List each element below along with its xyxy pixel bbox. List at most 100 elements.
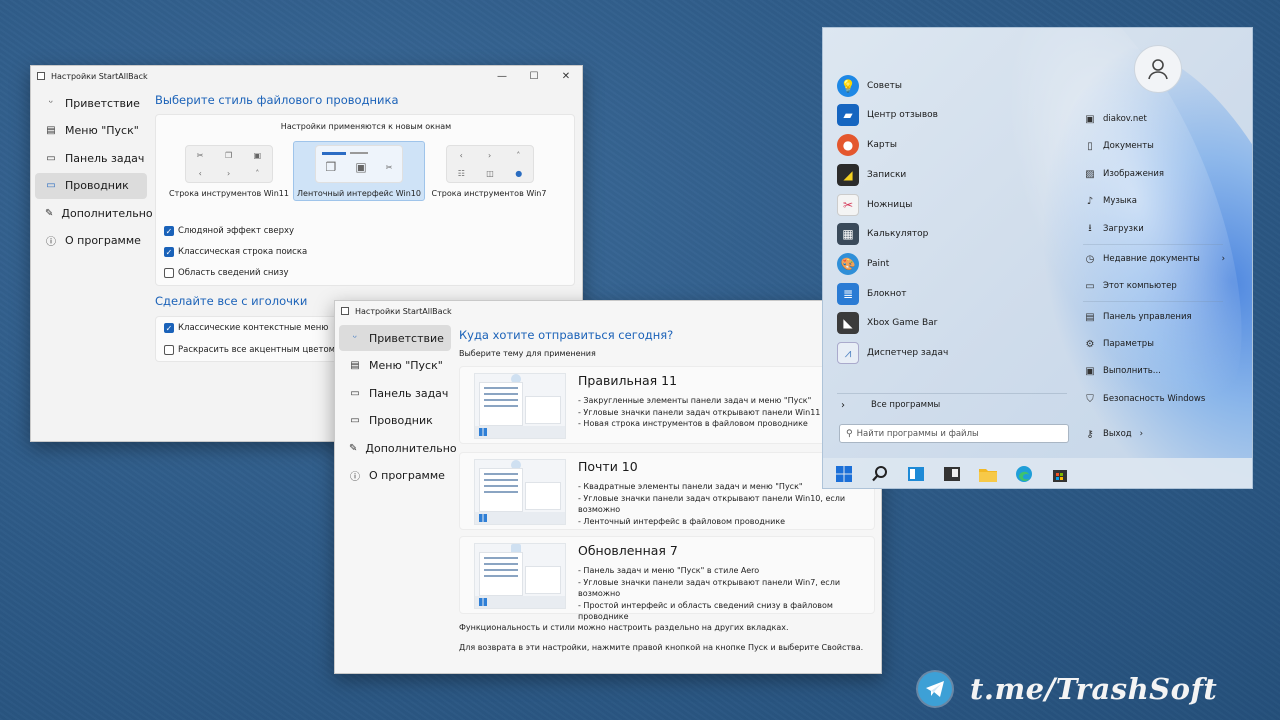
nav-item-welcome[interactable]: ᵕ Приветствие xyxy=(35,90,147,116)
all-programs-button[interactable]: › Все программы xyxy=(837,391,940,419)
logout-button[interactable]: ⚷ Выход › xyxy=(1083,423,1233,445)
option-label-win11[interactable]: Строка инструментов Win11 xyxy=(164,189,294,198)
terminal-icon[interactable] xyxy=(939,461,965,487)
divider xyxy=(1083,244,1223,245)
ribbon-tab xyxy=(350,152,368,154)
place-item-music[interactable]: ♪ Музыка xyxy=(1083,190,1233,212)
theme-card-10[interactable]: Почти 10 - Квадратные элементы панели за… xyxy=(459,452,875,530)
checkbox-unchecked[interactable] xyxy=(164,268,174,278)
task-view-glyph xyxy=(908,467,924,481)
titlebar[interactable]: Настройки StartAllBack — xyxy=(335,301,881,321)
thumb-line xyxy=(484,575,518,577)
checkbox-accent-color[interactable]: Раскрасить все акцентным цветом xyxy=(164,345,335,355)
start-icon[interactable] xyxy=(831,461,857,487)
program-item[interactable]: 🎨 Paint xyxy=(837,250,889,278)
theme-card-11[interactable]: Правильная 11 - Закругленные элементы па… xyxy=(459,366,875,444)
nav-item-about[interactable]: ⓘ О программе xyxy=(339,463,451,489)
checkbox-checked[interactable]: ✓ xyxy=(164,247,174,257)
program-item[interactable]: 💡 Советы xyxy=(837,72,902,100)
place-item-this-pc[interactable]: ▭ Этот компьютер xyxy=(1083,275,1233,297)
checkbox-checked[interactable]: ✓ xyxy=(164,226,174,236)
theme-card-7[interactable]: Обновленная 7 - Панель задач и меню "Пус… xyxy=(459,536,875,621)
thumb-side xyxy=(525,482,561,510)
place-item-settings[interactable]: ⚙ Параметры xyxy=(1083,333,1233,355)
titlebar[interactable]: Настройки StartAllBack — ☐ ✕ xyxy=(31,66,582,86)
nav-label: Приветствие xyxy=(65,96,140,110)
watermark: t.me/TrashSoft xyxy=(918,672,1217,706)
store-icon[interactable] xyxy=(1047,461,1073,487)
program-item[interactable]: ● Карты xyxy=(837,131,897,159)
thumb-line xyxy=(484,393,518,395)
nav-item-taskbar[interactable]: ▭ Панель задач xyxy=(339,380,451,406)
nav-item-explorer[interactable]: ▭ Проводник xyxy=(35,172,147,199)
place-label: Документы xyxy=(1103,141,1154,151)
nav-item-start-menu[interactable]: ▤ Меню "Пуск" xyxy=(339,353,451,379)
theme-thumbnail xyxy=(474,543,566,609)
nav-label: О программе xyxy=(65,234,141,248)
place-item-recent[interactable]: ◷ Недавние документы › xyxy=(1083,248,1233,270)
minimize-button[interactable]: — xyxy=(486,66,518,86)
program-label: Записки xyxy=(867,170,907,180)
place-item-pictures[interactable]: ▨ Изображения xyxy=(1083,163,1233,185)
place-item-documents[interactable]: ▯ Документы xyxy=(1083,135,1233,157)
place-item-security[interactable]: ⛉ Безопасность Windows xyxy=(1083,388,1233,410)
thumb-panel xyxy=(479,468,523,512)
checkbox-classic-context-menu[interactable]: ✓ Классические контекстные меню xyxy=(164,323,328,333)
maximize-button[interactable]: ☐ xyxy=(518,66,550,86)
search-icon[interactable] xyxy=(867,461,893,487)
nav-label: Дополнительно xyxy=(61,206,153,220)
nav-item-start-menu[interactable]: ▤ Меню "Пуск" xyxy=(35,118,147,144)
section-title-explorer-style: Выберите стиль файлового проводника xyxy=(155,93,399,107)
thumb-line xyxy=(484,491,518,493)
program-item[interactable]: ◣ Xbox Game Bar xyxy=(837,309,937,337)
program-item[interactable]: ⩘ Диспетчер задач xyxy=(837,339,948,367)
program-item[interactable]: ▰ Центр отзывов xyxy=(837,101,938,129)
checkbox-details-pane[interactable]: Область сведений снизу xyxy=(164,268,289,278)
preview-row: ‹ › ˄ xyxy=(186,164,272,182)
program-item[interactable]: ◢ Записки xyxy=(837,161,906,189)
toolbar-preview-win7[interactable]: ‹ › ˄ ☷ ◫ ● xyxy=(446,145,534,183)
checkbox-unchecked[interactable] xyxy=(164,345,174,355)
toolbar-preview-win11[interactable]: ✂ ❐ ▣ ‹ › ˄ xyxy=(185,145,273,183)
downloads-icon: ⭳ xyxy=(1088,222,1092,234)
forward-icon: › xyxy=(487,150,492,160)
task-view-icon[interactable] xyxy=(903,461,929,487)
search-icon: ⚲ xyxy=(846,428,853,439)
edge-icon[interactable] xyxy=(1011,461,1037,487)
help-icon: ● xyxy=(515,168,523,178)
option-label-ribbon[interactable]: Ленточный интерфейс Win10 xyxy=(294,189,424,198)
user-avatar[interactable] xyxy=(1134,45,1182,93)
nav-item-advanced[interactable]: ✎ Дополнительно xyxy=(339,435,457,461)
theme-title: Почти 10 xyxy=(578,459,638,474)
place-label: Музыка xyxy=(1103,196,1137,206)
option-label-win7[interactable]: Строка инструментов Win7 xyxy=(424,189,554,198)
checkbox-classic-search[interactable]: ✓ Классическая строка поиска xyxy=(164,247,307,257)
search-input[interactable]: ⚲ Найти программы и файлы xyxy=(839,424,1069,443)
nav-item-advanced[interactable]: ✎ Дополнительно xyxy=(35,200,153,226)
place-item-control-panel[interactable]: ▤ Панель управления xyxy=(1083,306,1233,328)
program-item[interactable]: ▦ Калькулятор xyxy=(837,220,928,248)
nav-item-taskbar[interactable]: ▭ Панель задач xyxy=(35,145,147,171)
theme-bullet: - Новая строка инструментов в файловом п… xyxy=(578,419,808,428)
app-icon xyxy=(37,72,45,80)
file-explorer-icon[interactable] xyxy=(975,461,1001,487)
thumb-taskbar xyxy=(475,512,565,524)
feedback-hub-icon: ▰ xyxy=(837,104,859,126)
this-pc-icon: ▭ xyxy=(1085,280,1095,292)
place-item-user[interactable]: ▣ diakov.net xyxy=(1083,108,1233,130)
toolbar-preview-ribbon[interactable]: ❐ ▣ ✂ xyxy=(315,145,403,183)
nav-item-about[interactable]: ⓘ О программе xyxy=(35,228,147,254)
folder-icon: ▭ xyxy=(46,180,56,192)
nav-item-explorer[interactable]: ▭ Проводник xyxy=(339,408,451,434)
place-item-run[interactable]: ▣ Выполнить... xyxy=(1083,360,1233,382)
close-button[interactable]: ✕ xyxy=(550,66,582,86)
nav-label: Меню "Пуск" xyxy=(369,359,443,373)
checkbox-mica[interactable]: ✓ Слюдяной эффект сверху xyxy=(164,226,294,236)
place-item-downloads[interactable]: ⭳ Загрузки xyxy=(1083,218,1233,240)
magnifier-icon xyxy=(872,466,887,482)
checkbox-checked[interactable]: ✓ xyxy=(164,323,174,333)
program-item[interactable]: ≣ Блокнот xyxy=(837,280,907,308)
program-label: Калькулятор xyxy=(867,229,929,239)
nav-item-welcome[interactable]: ᵕ Приветствие xyxy=(339,325,451,351)
program-item[interactable]: ✂ Ножницы xyxy=(837,191,912,219)
